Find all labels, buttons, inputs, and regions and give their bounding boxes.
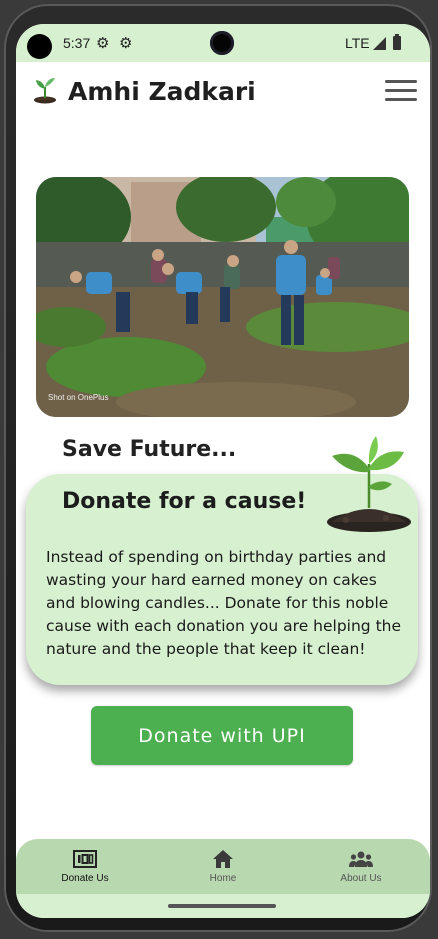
nav-about-us[interactable]: About Us bbox=[292, 839, 430, 894]
app-screen: 5:37 ⚙ ⚙ LTE Amhi Zadkari Shot on OnePlu… bbox=[16, 24, 430, 918]
app-bar: Amhi Zadkari bbox=[16, 62, 430, 122]
nav-label-donate-us: Donate Us bbox=[61, 873, 109, 884]
sprout-logo-icon bbox=[34, 78, 56, 104]
settings-notification-icon: ⚙ bbox=[119, 35, 133, 52]
settings-notification-icon: ⚙ bbox=[96, 35, 110, 52]
battery-icon bbox=[393, 34, 401, 50]
nav-label-home: Home bbox=[209, 873, 237, 884]
hero-image: Shot on OnePlus bbox=[36, 177, 409, 417]
card-description: Instead of spending on birthday parties … bbox=[46, 548, 402, 658]
gesture-bar bbox=[16, 894, 430, 918]
group-icon bbox=[349, 851, 373, 867]
nav-donate-us[interactable]: Donate Us bbox=[16, 839, 154, 894]
card-title: Donate for a cause! bbox=[62, 489, 307, 514]
donate-upi-button[interactable]: Donate with UPI bbox=[91, 706, 353, 765]
signal-icon bbox=[373, 37, 386, 50]
home-icon bbox=[213, 850, 233, 868]
section-subtitle: Save Future... bbox=[62, 437, 237, 462]
network-type: LTE bbox=[345, 35, 370, 51]
front-camera bbox=[210, 31, 234, 55]
hamburger-menu-icon[interactable] bbox=[385, 80, 417, 102]
device-frame: 5:37 ⚙ ⚙ LTE Amhi Zadkari Shot on OnePlu… bbox=[4, 4, 432, 932]
camera-cutout bbox=[27, 34, 52, 59]
home-gesture-handle[interactable] bbox=[168, 904, 276, 908]
app-title: Amhi Zadkari bbox=[68, 77, 256, 106]
status-bar: 5:37 ⚙ ⚙ LTE bbox=[16, 24, 430, 62]
tree-plantation-photo bbox=[36, 177, 409, 417]
nav-home[interactable]: Home bbox=[154, 839, 292, 894]
status-time: 5:37 bbox=[63, 35, 91, 51]
nav-label-about-us: About Us bbox=[340, 873, 382, 884]
photo-watermark: Shot on OnePlus bbox=[48, 393, 109, 402]
bottom-navigation: Donate Us Home About Us bbox=[16, 839, 430, 894]
donation-icon bbox=[73, 850, 97, 868]
plant-soil-icon bbox=[327, 436, 411, 532]
